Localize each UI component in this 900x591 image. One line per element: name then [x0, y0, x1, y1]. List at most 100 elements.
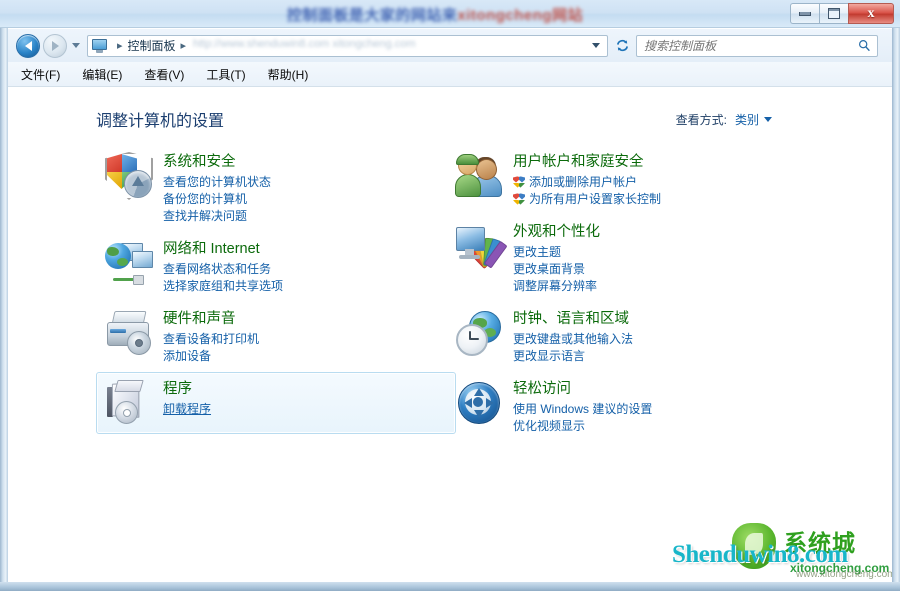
category-link[interactable]: 添加或删除用户帐户	[513, 174, 661, 191]
refresh-button[interactable]	[611, 35, 633, 57]
breadcrumb-item-control-panel[interactable]: 控制面板	[128, 37, 176, 54]
window-controls: x	[790, 3, 894, 24]
computer-icon	[92, 38, 108, 53]
category-body: 系统和安全 查看您的计算机状态 备份您的计算机 查找并解决问题	[163, 152, 271, 225]
category-link[interactable]: 备份您的计算机	[163, 191, 271, 208]
category-link[interactable]: 使用 Windows 建议的设置	[513, 401, 652, 418]
category-ease-of-access[interactable]: 轻松访问 使用 Windows 建议的设置 优化视频显示	[446, 372, 806, 442]
menu-item-tools[interactable]: 工具(T)	[197, 63, 254, 86]
category-appearance-and-personalization[interactable]: 外观和个性化 更改主题 更改桌面背景 调整屏幕分辨率	[446, 215, 806, 302]
menu-item-edit[interactable]: 编辑(E)	[73, 63, 131, 86]
content-area: 调整计算机的设置 查看方式: 类别 系统和安全 查看您的计算机状态 备份您的计算…	[8, 87, 892, 582]
minimize-icon	[799, 11, 811, 16]
category-body: 用户帐户和家庭安全 添加或删除用户帐户 为所有用户设置家长控制	[513, 152, 661, 208]
category-link[interactable]: 添加设备	[163, 348, 259, 365]
category-link[interactable]: 更改主题	[513, 244, 600, 261]
category-body: 外观和个性化 更改主题 更改桌面背景 调整屏幕分辨率	[513, 222, 600, 295]
chevron-down-icon	[72, 43, 80, 48]
search-box[interactable]	[636, 34, 878, 57]
forward-button[interactable]	[43, 33, 67, 58]
category-title[interactable]: 轻松访问	[513, 380, 652, 399]
category-user-accounts-and-family-safety[interactable]: 用户帐户和家庭安全 添加或删除用户帐户 为所有用户设置家长控制	[446, 145, 806, 215]
category-title[interactable]: 系统和安全	[163, 153, 271, 172]
window-frame-left	[0, 28, 8, 591]
address-bar: http://www.shenduwin8.com xitongcheng.co…	[8, 29, 892, 62]
category-programs[interactable]: 程序 卸载程序	[96, 372, 456, 434]
printer-hardware-icon	[105, 309, 153, 357]
control-panel-window: 控制面板是大家的网站来 xitongcheng网站 x http://www.sh…	[0, 0, 900, 591]
category-title[interactable]: 程序	[163, 380, 211, 399]
category-link[interactable]: 查看您的计算机状态	[163, 174, 271, 191]
back-arrow-icon	[24, 40, 32, 51]
breadcrumb-separator-leading: ▸	[117, 40, 123, 52]
view-by-value[interactable]: 类别	[735, 111, 759, 128]
watermark-secondary-en-alt: www.xitongcheng.com	[796, 569, 892, 580]
category-link[interactable]: 更改桌面背景	[513, 261, 600, 278]
refresh-icon	[616, 39, 628, 52]
menu-item-help[interactable]: 帮助(H)	[259, 63, 318, 86]
category-body: 程序 卸载程序	[163, 379, 211, 427]
menu-item-file[interactable]: 文件(F)	[12, 63, 69, 86]
category-system-and-security[interactable]: 系统和安全 查看您的计算机状态 备份您的计算机 查找并解决问题	[96, 145, 456, 232]
category-title[interactable]: 时钟、语言和区域	[513, 310, 633, 329]
category-link[interactable]: 卸载程序	[163, 401, 211, 418]
chevron-down-icon[interactable]	[764, 117, 772, 122]
category-column-right: 用户帐户和家庭安全 添加或删除用户帐户 为所有用户设置家长控制 外观和个性化 更…	[446, 145, 796, 442]
close-button[interactable]: x	[848, 3, 894, 24]
minimize-button[interactable]	[790, 3, 819, 24]
breadcrumb-dropdown-icon[interactable]	[592, 43, 600, 48]
breadcrumb-watermark: http://www.shenduwin8.com xitongcheng.co…	[193, 37, 416, 50]
category-link[interactable]: 查看设备和打印机	[163, 331, 259, 348]
breadcrumb-bar[interactable]: http://www.shenduwin8.com xitongcheng.co…	[87, 34, 608, 57]
view-by-label: 查看方式:	[675, 113, 727, 127]
category-link[interactable]: 查看网络状态和任务	[163, 261, 283, 278]
menu-item-view[interactable]: 查看(V)	[135, 63, 193, 86]
search-icon[interactable]	[854, 39, 874, 52]
category-link[interactable]: 为所有用户设置家长控制	[513, 191, 661, 208]
category-link[interactable]: 选择家庭组和共享选项	[163, 278, 283, 295]
uac-shield-icon	[513, 193, 525, 206]
clock-language-region-icon	[455, 309, 503, 357]
category-link[interactable]: 调整屏幕分辨率	[513, 278, 600, 295]
maximize-button[interactable]	[819, 3, 848, 24]
security-shield-icon	[105, 152, 153, 200]
title-bar: 控制面板是大家的网站来 xitongcheng网站 x	[0, 0, 900, 28]
title-watermark-text: 控制面板是大家的网站来 xitongcheng网站	[255, 4, 615, 24]
title-watermark-red: xitongcheng网站	[457, 6, 584, 24]
category-link[interactable]: 更改键盘或其他输入法	[513, 331, 633, 348]
page-title: 调整计算机的设置	[96, 113, 225, 130]
category-title[interactable]: 用户帐户和家庭安全	[513, 153, 661, 172]
category-link-label: 为所有用户设置家长控制	[529, 192, 662, 206]
category-link[interactable]: 更改显示语言	[513, 348, 633, 365]
watermark-overlay: 系统城 Shenduwin8.com xitongcheng.com www.x…	[672, 520, 892, 580]
uac-shield-icon	[513, 176, 525, 189]
user-accounts-icon	[455, 152, 503, 200]
category-hardware-and-sound[interactable]: 硬件和声音 查看设备和打印机 添加设备	[96, 302, 456, 372]
maximize-icon	[828, 8, 840, 19]
title-watermark-blue: 控制面板是大家的网站来	[286, 6, 458, 24]
recent-locations-button[interactable]	[69, 36, 83, 56]
category-body: 网络和 Internet 查看网络状态和任务 选择家庭组和共享选项	[163, 239, 283, 295]
forward-arrow-icon	[51, 40, 59, 51]
category-clock-language-and-region[interactable]: 时钟、语言和区域 更改键盘或其他输入法 更改显示语言	[446, 302, 806, 372]
programs-box-icon	[105, 379, 153, 427]
view-by-control: 查看方式: 类别	[676, 111, 772, 128]
back-button[interactable]	[16, 33, 40, 58]
window-frame-right	[892, 28, 900, 591]
window-frame-bottom	[0, 582, 900, 591]
category-body: 轻松访问 使用 Windows 建议的设置 优化视频显示	[513, 379, 652, 435]
category-body: 时钟、语言和区域 更改键盘或其他输入法 更改显示语言	[513, 309, 633, 365]
network-globe-icon	[105, 239, 153, 287]
close-icon: x	[867, 5, 875, 21]
search-input[interactable]	[637, 37, 854, 54]
breadcrumb-separator-trailing[interactable]: ▸	[181, 39, 187, 52]
category-network-and-internet[interactable]: 网络和 Internet 查看网络状态和任务 选择家庭组和共享选项	[96, 232, 456, 302]
category-title[interactable]: 硬件和声音	[163, 310, 259, 329]
category-link[interactable]: 优化视频显示	[513, 418, 652, 435]
category-title[interactable]: 网络和 Internet	[163, 240, 283, 259]
menu-bar: 文件(F) 编辑(E) 查看(V) 工具(T) 帮助(H)	[8, 62, 892, 87]
category-title[interactable]: 外观和个性化	[513, 223, 600, 242]
category-link[interactable]: 查找并解决问题	[163, 208, 271, 225]
category-column-left: 系统和安全 查看您的计算机状态 备份您的计算机 查找并解决问题 网络和 Inte…	[96, 145, 456, 434]
ease-of-access-icon	[455, 379, 503, 427]
